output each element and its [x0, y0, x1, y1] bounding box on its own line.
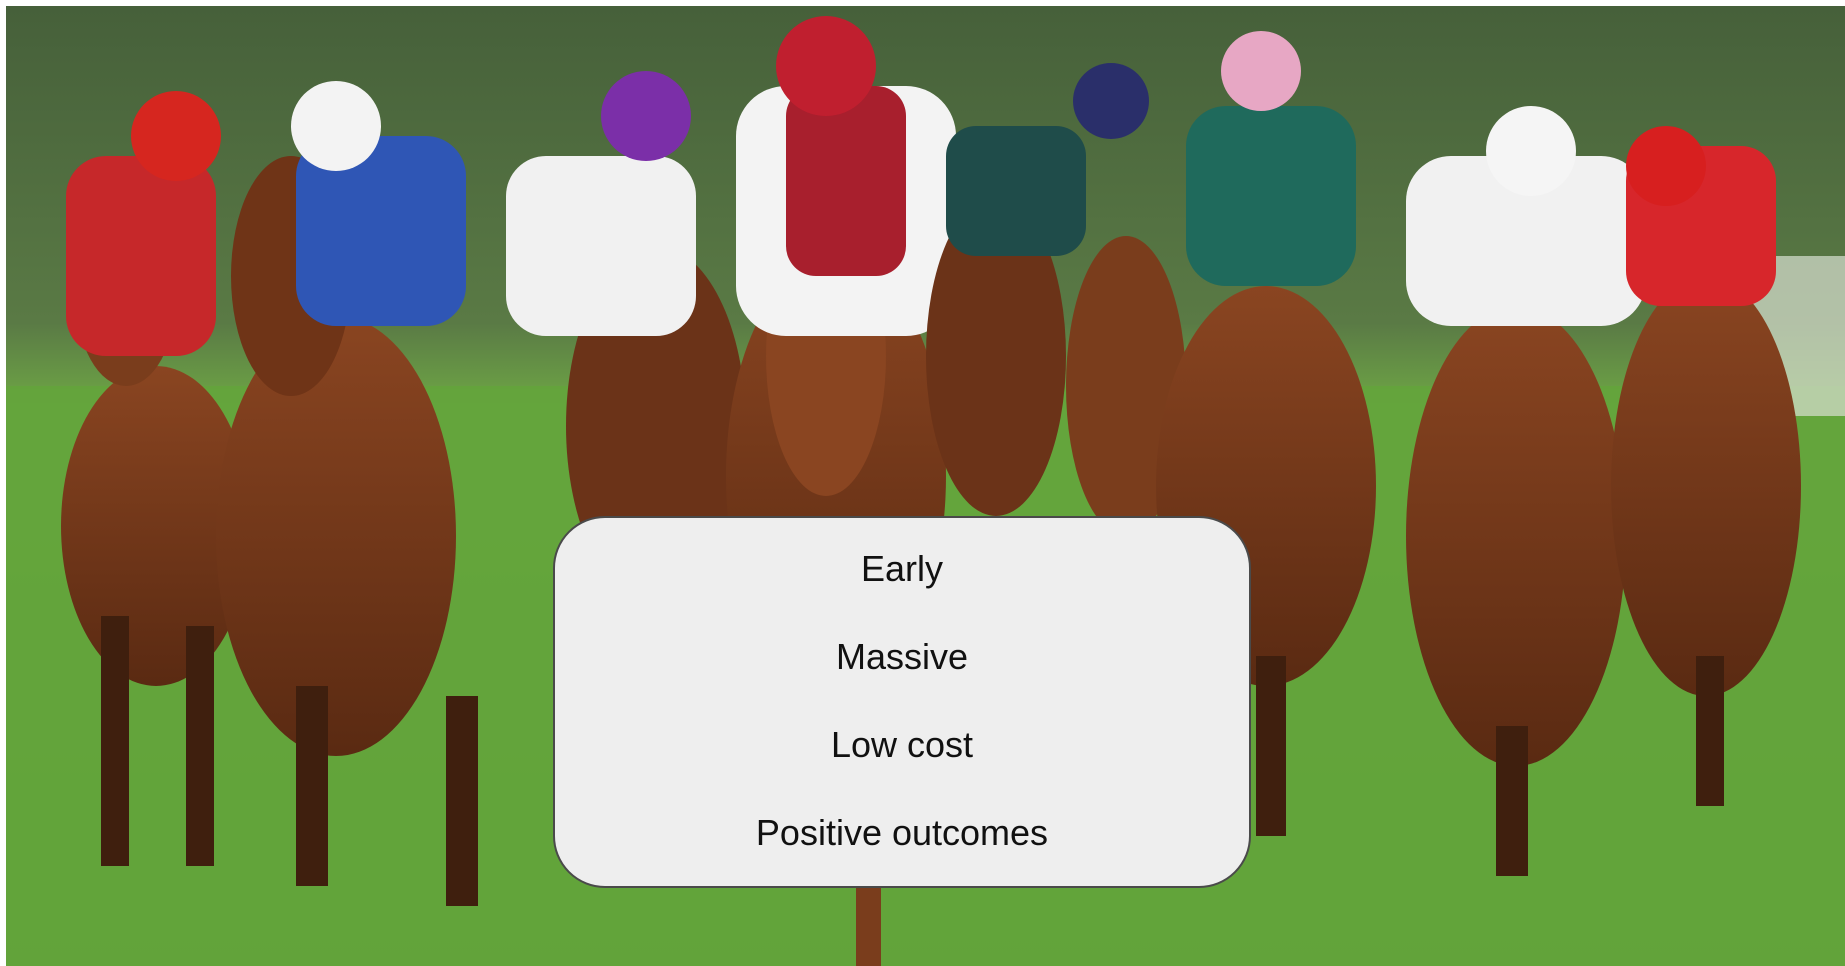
callout-line-positive-outcomes: Positive outcomes: [755, 812, 1049, 853]
slide: Early Massive Low cost Positive outcomes: [0, 0, 1845, 966]
callout-line-massive: Massive: [835, 636, 969, 677]
callout-box: Early Massive Low cost Positive outcomes: [553, 516, 1251, 888]
callout-line-early: Early: [860, 548, 944, 589]
callout-line-low-cost: Low cost: [830, 724, 974, 765]
